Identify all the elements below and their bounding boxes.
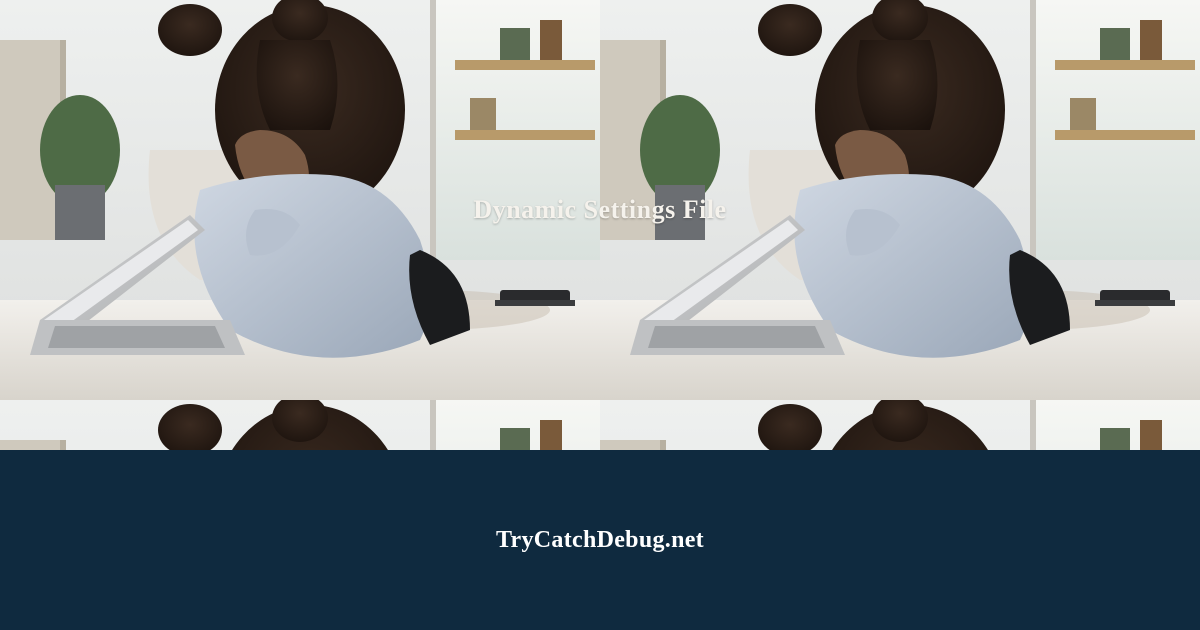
social-card: Dynamic Settings File TryCatchDebug.net <box>0 0 1200 630</box>
card-title: Dynamic Settings File <box>0 195 1200 225</box>
site-name: TryCatchDebug.net <box>496 527 704 554</box>
footer-band: TryCatchDebug.net <box>0 450 1200 630</box>
